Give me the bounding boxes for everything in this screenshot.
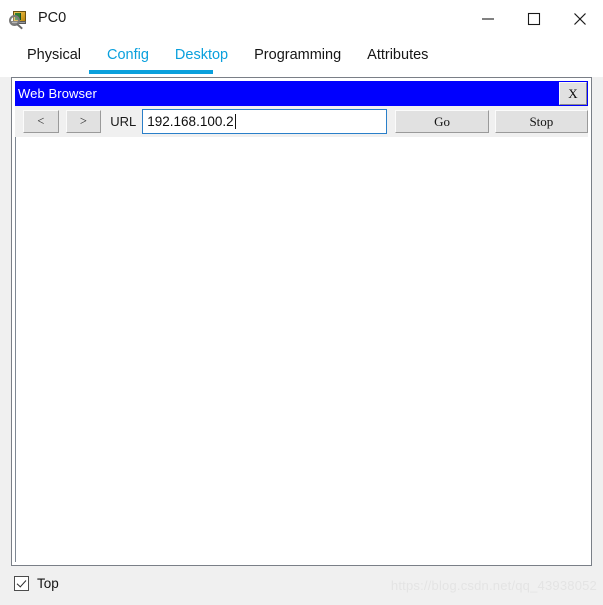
back-button[interactable]: < — [23, 110, 59, 133]
window-controls — [465, 0, 603, 37]
desktop-content-panel: Web Browser X < > URL 192.168.100.2 Go S… — [11, 77, 592, 566]
tab-attributes[interactable]: Attributes — [354, 37, 441, 63]
tab-desktop[interactable]: Desktop — [162, 37, 241, 63]
stop-button[interactable]: Stop — [494, 110, 588, 133]
text-caret — [234, 114, 236, 129]
url-input-value: 192.168.100.2 — [147, 114, 234, 129]
browser-page-viewport[interactable] — [15, 137, 588, 562]
window-title: PC0 — [38, 10, 67, 27]
maximize-button[interactable] — [511, 0, 557, 37]
maximize-icon — [527, 12, 541, 25]
close-icon — [574, 12, 586, 25]
tab-physical[interactable]: Physical — [14, 37, 94, 63]
pc-inspect-icon — [9, 9, 29, 29]
top-checkbox[interactable] — [14, 576, 29, 591]
window-titlebar: PC0 — [0, 0, 603, 37]
close-button[interactable] — [557, 0, 603, 37]
browser-titlebar: Web Browser X — [15, 81, 588, 106]
top-checkbox-row[interactable]: Top — [14, 576, 59, 591]
browser-close-button[interactable]: X — [559, 82, 587, 105]
go-button[interactable]: Go — [395, 110, 489, 133]
browser-title: Web Browser — [18, 86, 97, 101]
minimize-icon — [482, 17, 494, 20]
tab-config[interactable]: Config — [94, 37, 162, 63]
web-browser-app: Web Browser X < > URL 192.168.100.2 Go S… — [15, 81, 588, 562]
watermark-text: https://blog.csdn.net/qq_43938052 — [390, 578, 597, 593]
top-checkbox-label: Top — [37, 575, 59, 591]
url-input[interactable]: 192.168.100.2 — [142, 109, 388, 134]
url-label: URL — [110, 114, 137, 129]
tab-programming[interactable]: Programming — [241, 37, 354, 63]
tab-active-underline — [89, 70, 213, 74]
forward-button[interactable]: > — [65, 110, 102, 133]
minimize-button[interactable] — [465, 0, 511, 37]
browser-toolbar: < > URL 192.168.100.2 Go Stop — [15, 106, 588, 137]
tab-list: Physical Config Desktop Programming Attr… — [14, 37, 441, 77]
